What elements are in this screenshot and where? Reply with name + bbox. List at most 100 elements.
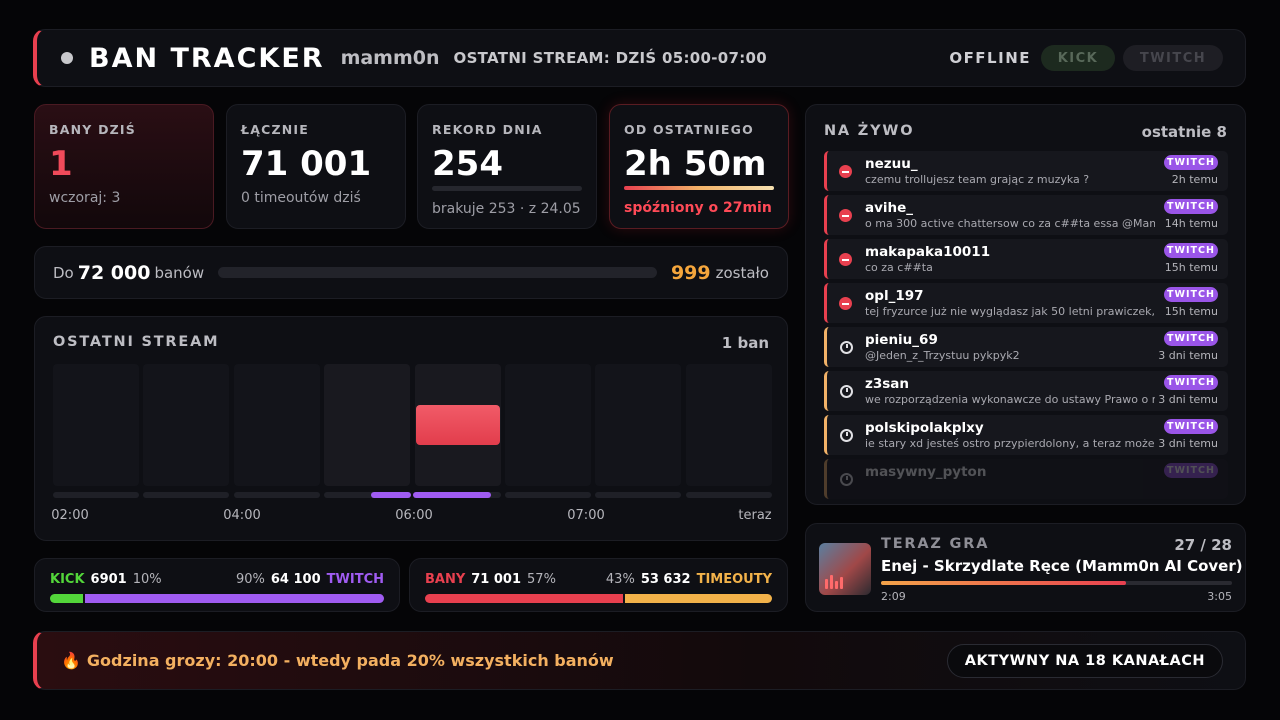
type-split: BANY 71 001 57% 43% 53 632 TIMEOUTY bbox=[409, 558, 788, 612]
twitch-pct: 90% bbox=[235, 572, 265, 587]
platform-badge: TWITCH bbox=[1164, 331, 1218, 346]
chart-column bbox=[143, 364, 230, 486]
entry-time: 3 dni temu bbox=[1158, 349, 1218, 362]
live-entry[interactable]: opl_197 tej fryzurce już nie wyglądasz ja… bbox=[824, 283, 1228, 323]
chart-column bbox=[324, 364, 411, 486]
chart-title: OSTATNI STREAM bbox=[53, 334, 220, 350]
chart-column bbox=[53, 364, 139, 486]
timeline-segment bbox=[143, 492, 230, 498]
timeline-segment bbox=[233, 492, 320, 498]
kick-label: KICK bbox=[50, 572, 85, 587]
entry-message: tej fryzurce już nie wyglądasz jak 50 le… bbox=[865, 305, 1155, 318]
ban-icon bbox=[839, 253, 852, 266]
chart-count: 1 ban bbox=[721, 334, 769, 352]
goal-unit: banów bbox=[154, 263, 205, 282]
entry-time: 2h temu bbox=[1171, 173, 1218, 186]
entry-message: czemu trollujesz team grając z muzyka ? bbox=[865, 173, 1090, 186]
goal-target: 72 000 bbox=[77, 261, 151, 284]
split-right-fill bbox=[85, 594, 384, 603]
stat-day-record: REKORD DNIA 254 brakuje 253 · z 24.05 bbox=[417, 104, 597, 229]
live-entry[interactable]: makapaka10011 co za c##ta TWITCH 15h temu bbox=[824, 239, 1228, 279]
entry-time: 15h temu bbox=[1164, 261, 1218, 274]
entry-message: @Jeden_z_Trzystuu pykpyk2 bbox=[865, 349, 1020, 362]
stream-window-segment bbox=[371, 492, 411, 498]
timeline-segment bbox=[685, 492, 772, 498]
stream-window-segment bbox=[413, 492, 491, 498]
stat-sub: wczoraj: 3 bbox=[49, 190, 121, 206]
live-entry[interactable]: z3san we rozporządzenia wykonawcze do ust… bbox=[824, 371, 1228, 411]
elapsed-time: 2:09 bbox=[881, 590, 906, 603]
live-entry[interactable]: masywny_pyton TWITCH bbox=[824, 459, 1228, 499]
entry-username: avihe_ bbox=[865, 200, 914, 216]
stopwatch-icon bbox=[840, 429, 853, 442]
timeline-segment bbox=[53, 492, 139, 498]
stat-value: 1 bbox=[49, 144, 73, 184]
stat-sub: 0 timeoutów dziś bbox=[241, 190, 361, 206]
timeouts-pct: 43% bbox=[605, 572, 635, 587]
status-label: OFFLINE bbox=[949, 49, 1031, 67]
platform-badge: TWITCH bbox=[1164, 375, 1218, 390]
entry-username: pieniu_69 bbox=[865, 332, 938, 348]
stopwatch-icon bbox=[840, 341, 853, 354]
platform-split-bar bbox=[50, 594, 384, 603]
entry-time: 15h temu bbox=[1164, 305, 1218, 318]
live-feed: NA ŻYWO ostatnie 8 nezuu_ czemu trollujes… bbox=[805, 104, 1246, 505]
entry-username: makapaka10011 bbox=[865, 244, 991, 260]
stat-value: 2h 50m bbox=[624, 144, 767, 184]
entry-username: opl_197 bbox=[865, 288, 924, 304]
active-channels-button[interactable]: AKTYWNY NA 18 KANAŁACH bbox=[946, 643, 1223, 678]
bans-label: BANY bbox=[425, 572, 466, 587]
entry-username: z3san bbox=[865, 376, 910, 392]
ban-icon bbox=[839, 165, 852, 178]
platform-badge: TWITCH bbox=[1164, 243, 1218, 258]
platform-badge: TWITCH bbox=[1164, 155, 1218, 170]
live-entry[interactable]: nezuu_ czemu trollujesz team grając z muz… bbox=[824, 151, 1228, 191]
track-counter: 27 / 28 bbox=[1174, 536, 1232, 554]
now-playing: TERAZ GRA 27 / 28 Enej - Skrzydlate Ręce… bbox=[805, 523, 1246, 612]
chart-column bbox=[505, 364, 591, 486]
since-last-bar bbox=[624, 186, 774, 190]
x-tick-label: 02:00 bbox=[51, 508, 89, 523]
live-entry[interactable]: polskipolakplxy ie stary xd jesteś ostro … bbox=[824, 415, 1228, 455]
chart-column bbox=[233, 364, 320, 486]
ban-icon bbox=[839, 297, 852, 310]
stat-label: BANY DZIŚ bbox=[49, 122, 136, 137]
last-stream-chart: OSTATNI STREAM 1 ban 02:00 04:00 06:00 0… bbox=[34, 316, 788, 541]
stat-label: REKORD DNIA bbox=[432, 122, 543, 137]
record-progress-bar bbox=[432, 186, 582, 191]
platform-badge: TWITCH bbox=[1164, 199, 1218, 214]
entry-time: 14h temu bbox=[1164, 217, 1218, 230]
bans-value: 71 001 bbox=[471, 572, 522, 587]
stat-total: ŁĄCZNIE 71 001 0 timeoutów dziś bbox=[226, 104, 406, 229]
entry-username: polskipolakplxy bbox=[865, 420, 984, 436]
stat-value: 71 001 bbox=[241, 144, 372, 184]
twitch-value: 64 100 bbox=[270, 572, 321, 587]
kick-value: 6901 bbox=[90, 572, 127, 587]
stat-sub: brakuje 253 · z 24.05 bbox=[432, 201, 581, 217]
entry-username: masywny_pyton bbox=[865, 464, 987, 480]
late-label: spóźniony o 27min bbox=[624, 200, 772, 216]
twitch-platform-pill[interactable]: TWITCH bbox=[1123, 45, 1223, 71]
live-entry[interactable]: pieniu_69 @Jeden_z_Trzystuu pykpyk2 TWITCH… bbox=[824, 327, 1228, 367]
timeline-segment bbox=[505, 492, 591, 498]
fire-icon: 🔥 bbox=[61, 651, 81, 670]
entry-time: 3 dni temu bbox=[1158, 437, 1218, 450]
song-progress-fill bbox=[881, 581, 1126, 585]
timeouts-value: 53 632 bbox=[640, 572, 691, 587]
footer-bar: 🔥 Godzina grozy: 20:00 - wtedy pada 20% … bbox=[33, 631, 1246, 690]
timeline-segment bbox=[595, 492, 682, 498]
platform-split: KICK 6901 10% 90% 64 100 TWITCH bbox=[34, 558, 400, 612]
kick-pct: 10% bbox=[132, 572, 162, 587]
platform-badge: TWITCH bbox=[1164, 419, 1218, 434]
entry-message: o ma 300 active chattersow co za c##ta e… bbox=[865, 217, 1155, 230]
header-right: OFFLINE KICK TWITCH bbox=[949, 45, 1245, 71]
x-tick-label: 04:00 bbox=[223, 508, 261, 523]
live-entry[interactable]: avihe_ o ma 300 active chattersow co za c… bbox=[824, 195, 1228, 235]
kick-platform-pill[interactable]: KICK bbox=[1041, 45, 1115, 71]
timeouts-label: TIMEOUTY bbox=[696, 572, 772, 587]
x-tick-label: teraz bbox=[738, 508, 772, 523]
goal-remaining: 999 bbox=[670, 261, 711, 284]
app-title: BAN TRACKER bbox=[89, 42, 325, 74]
song-progress-track[interactable] bbox=[881, 581, 1232, 585]
stat-value: 254 bbox=[432, 144, 503, 184]
